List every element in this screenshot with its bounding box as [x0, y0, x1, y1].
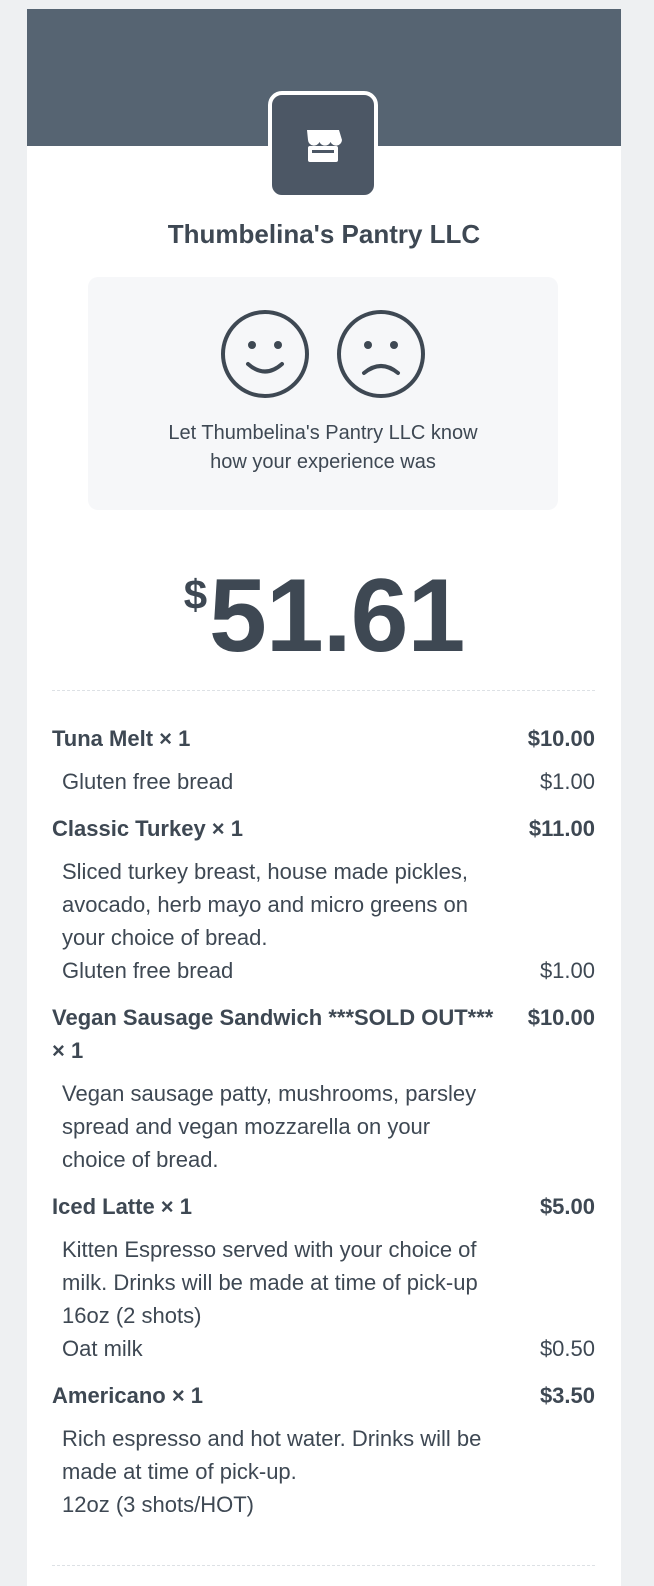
item-modifier: Oat milk $0.50 [52, 1332, 595, 1365]
store-logo [268, 91, 378, 199]
item-name: Classic Turkey × 1 [52, 816, 243, 841]
receipt-page: Thumbelina's Pantry LLC Let Thumbelina's… [0, 0, 654, 1586]
modifier-label: Gluten free bread [62, 769, 234, 794]
description-line: spread and vegan mozzarella on your [62, 1114, 431, 1139]
description-line: choice of bread. [62, 1147, 219, 1172]
divider [52, 690, 595, 691]
line-item: Classic Turkey × 1 $11.00 Sliced turkey … [52, 812, 595, 987]
line-item: Vegan Sausage Sandwich ***SOLD OUT*** × … [52, 1001, 595, 1176]
divider [52, 1565, 595, 1566]
item-price: $3.50 [539, 1383, 595, 1408]
currency-symbol: $ [183, 571, 208, 618]
line-item: Americano × 1 $3.50 Rich espresso and ho… [52, 1379, 595, 1521]
item-header: Americano × 1 $3.50 [52, 1379, 595, 1412]
modifier-label: Gluten free bread [62, 958, 234, 983]
item-modifier: Gluten free bread $1.00 [52, 765, 595, 798]
item-description: Rich espresso and hot water. Drinks will… [52, 1422, 512, 1521]
item-name-line-1: Vegan Sausage Sandwich ***SOLD OUT*** [52, 1005, 494, 1030]
line-item: Tuna Melt × 1 $10.00 Gluten free bread $… [52, 722, 595, 798]
modifier-price: $1.00 [539, 769, 595, 794]
description-line: 16oz (2 shots) [62, 1303, 202, 1328]
item-modifier: Gluten free bread $1.00 [52, 954, 595, 987]
order-total: $51.61 [27, 557, 621, 676]
feedback-prompt: Let Thumbelina's Pantry LLC know how you… [88, 419, 558, 477]
item-price: $11.00 [528, 816, 595, 841]
modifier-price: $0.50 [539, 1336, 595, 1361]
line-items: Tuna Melt × 1 $10.00 Gluten free bread $… [52, 722, 595, 1521]
happy-face-button[interactable] [220, 309, 310, 399]
item-price: $5.00 [539, 1194, 595, 1219]
item-description: Sliced turkey breast, house made pickles… [52, 855, 512, 954]
item-name: Vegan Sausage Sandwich ***SOLD OUT*** × … [52, 1001, 493, 1067]
item-name: Tuna Melt × 1 [52, 726, 191, 751]
item-header: Vegan Sausage Sandwich ***SOLD OUT*** × … [52, 1001, 595, 1067]
item-header: Classic Turkey × 1 $11.00 [52, 812, 595, 845]
description-line: milk. Drinks will be made at time of pic… [62, 1270, 478, 1295]
item-name-line-2: × 1 [52, 1038, 84, 1063]
feedback-line-2: how your experience was [210, 451, 436, 473]
happy-face-icon [221, 310, 309, 398]
total-amount: 51.61 [209, 558, 465, 674]
item-description: Vegan sausage patty, mushrooms, parsley … [52, 1077, 512, 1176]
description-line: Sliced turkey breast, house made pickles… [62, 859, 468, 884]
description-line: your choice of bread. [62, 925, 268, 950]
feedback-line-1: Let Thumbelina's Pantry LLC know [168, 422, 478, 444]
receipt-card: Thumbelina's Pantry LLC Let Thumbelina's… [27, 9, 621, 1586]
sad-face-button[interactable] [336, 309, 426, 399]
item-name: Americano × 1 [52, 1383, 204, 1408]
feedback-panel: Let Thumbelina's Pantry LLC know how you… [88, 277, 558, 510]
line-item: Iced Latte × 1 $5.00 Kitten Espresso ser… [52, 1190, 595, 1365]
item-header: Tuna Melt × 1 $10.00 [52, 722, 595, 755]
description-line: Rich espresso and hot water. Drinks will… [62, 1426, 482, 1451]
item-name: Iced Latte × 1 [52, 1194, 193, 1219]
item-price: $10.00 [527, 726, 595, 751]
store-icon [307, 130, 342, 162]
item-description: Kitten Espresso served with your choice … [52, 1233, 512, 1332]
merchant-name: Thumbelina's Pantry LLC [167, 219, 481, 249]
sad-face-icon [337, 310, 425, 398]
modifier-label: Oat milk [62, 1336, 143, 1361]
description-line: 12oz (3 shots/HOT) [62, 1492, 254, 1517]
item-header: Iced Latte × 1 $5.00 [52, 1190, 595, 1223]
description-line: Vegan sausage patty, mushrooms, parsley [62, 1081, 477, 1106]
item-price: $10.00 [527, 1005, 595, 1030]
description-line: made at time of pick-up. [62, 1459, 297, 1484]
description-line: avocado, herb mayo and micro greens on [62, 892, 469, 917]
modifier-price: $1.00 [539, 958, 595, 983]
description-line: Kitten Espresso served with your choice … [62, 1237, 477, 1262]
